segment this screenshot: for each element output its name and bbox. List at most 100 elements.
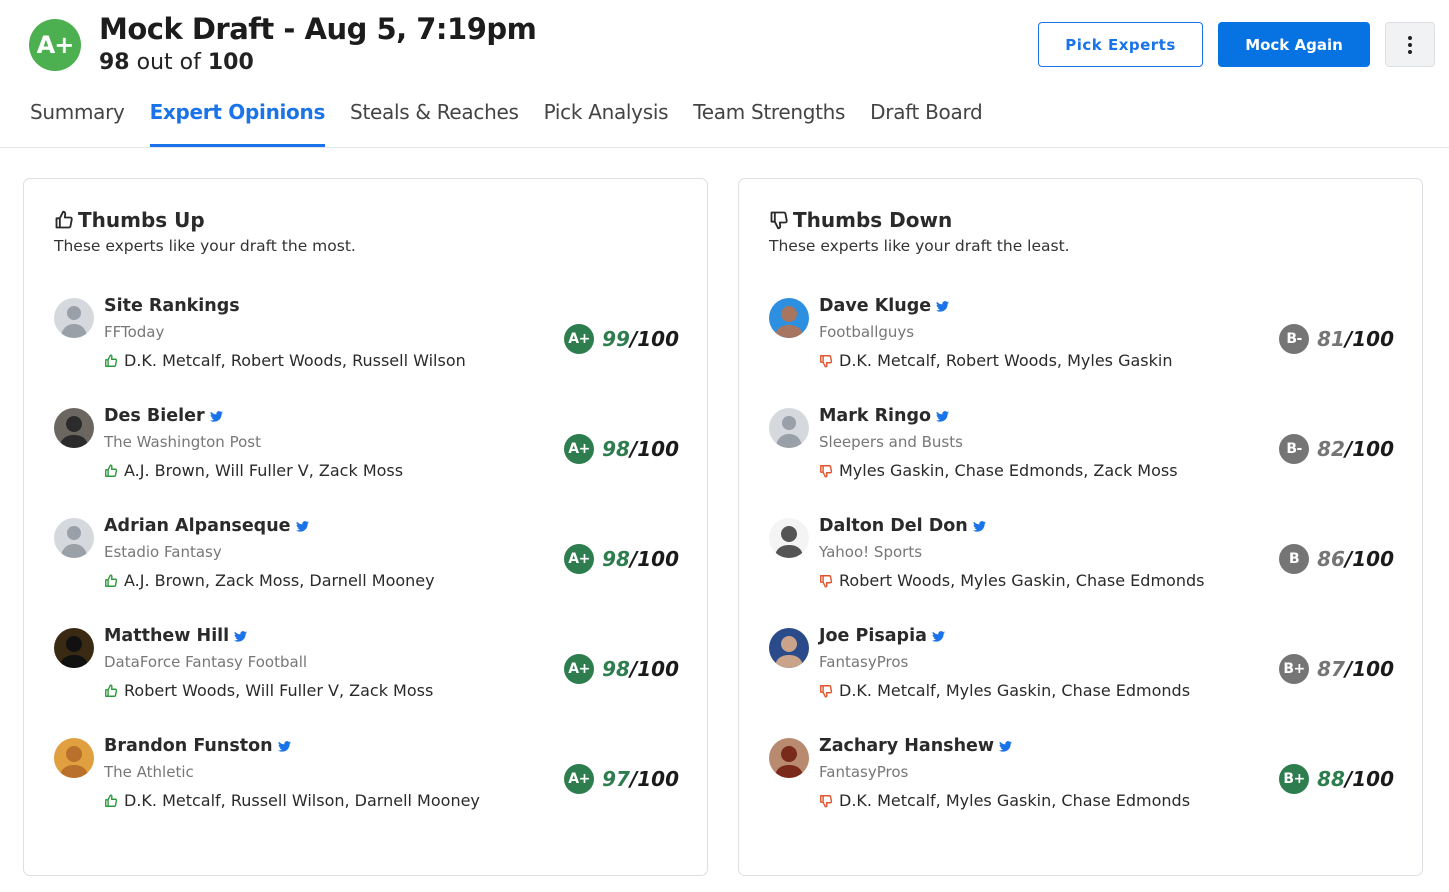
thumbs-down-icon [819, 574, 833, 588]
score-max: /100 [1344, 767, 1394, 791]
expert-picks: D.K. Metcalf, Russell Wilson, Darnell Mo… [124, 791, 480, 810]
expert-score: B 86/100 [1279, 544, 1394, 574]
expert-avatar[interactable] [769, 408, 809, 448]
thumbs-down-icon [819, 684, 833, 698]
twitter-icon[interactable] [936, 410, 950, 422]
expert-organization: Estadio Fantasy [104, 543, 222, 561]
score-max: /100 [629, 327, 679, 351]
expert-score: B+ 88/100 [1279, 764, 1394, 794]
score-max: /100 [1344, 437, 1394, 461]
score-max: /100 [629, 437, 679, 461]
expert-avatar[interactable] [769, 628, 809, 668]
expert-name[interactable]: Matthew Hill [104, 626, 229, 646]
expert-organization: Sleepers and Busts [819, 433, 963, 451]
tab-draft-board[interactable]: Draft Board [870, 100, 983, 147]
tab-summary[interactable]: Summary [30, 100, 125, 147]
expert-row: Dave Kluge Footballguys D.K. Metcalf, Ro… [769, 296, 1394, 386]
expert-avatar[interactable] [769, 738, 809, 778]
score-max: /100 [1344, 327, 1394, 351]
expert-avatar[interactable] [54, 298, 94, 338]
thumbs-up-title: Thumbs Up [78, 208, 205, 232]
thumbs-up-card: Thumbs Up These experts like your draft … [23, 178, 708, 876]
expert-name[interactable]: Dave Kluge [819, 296, 931, 316]
score-value: 82 [1317, 437, 1345, 461]
thumbs-down-icon [819, 354, 833, 368]
expert-avatar[interactable] [54, 738, 94, 778]
expert-name[interactable]: Adrian Alpanseque [104, 516, 291, 536]
expert-organization: DataForce Fantasy Football [104, 653, 308, 671]
expert-avatar[interactable] [769, 518, 809, 558]
grade-badge: A+ [564, 434, 595, 464]
score-value: 98 [602, 437, 630, 461]
expert-name[interactable]: Dalton Del Don [819, 516, 968, 536]
kebab-icon [1408, 35, 1412, 54]
grade-badge: A+ [564, 764, 595, 794]
expert-score: B- 81/100 [1279, 324, 1394, 354]
more-options-button[interactable] [1385, 22, 1435, 67]
grade-badge: A+ [564, 654, 595, 684]
thumbs-down-subtitle: These experts like your draft the least. [769, 237, 1070, 255]
grade-badge: A+ [564, 544, 595, 574]
expert-organization: FantasyPros [819, 763, 909, 781]
page-title: Mock Draft - Aug 5, 7:19pm [99, 12, 537, 46]
score-max: /100 [1344, 547, 1394, 571]
expert-score: B- 82/100 [1279, 434, 1394, 464]
expert-score: A+ 97/100 [564, 764, 679, 794]
twitter-icon[interactable] [999, 740, 1013, 752]
tab-expert-opinions[interactable]: Expert Opinions [149, 100, 325, 147]
thumbs-up-subtitle: These experts like your draft the most. [54, 237, 356, 255]
overall-grade-badge: A+ [29, 19, 81, 71]
expert-score: A+ 98/100 [564, 654, 679, 684]
expert-organization: Footballguys [819, 323, 915, 341]
twitter-icon[interactable] [931, 630, 945, 642]
expert-score: B+ 87/100 [1279, 654, 1394, 684]
twitter-icon[interactable] [277, 740, 291, 752]
twitter-icon[interactable] [234, 630, 248, 642]
expert-name[interactable]: Des Bieler [104, 406, 205, 426]
expert-organization: FFToday [104, 323, 165, 341]
expert-avatar[interactable] [54, 518, 94, 558]
score-value: 98 [99, 50, 130, 75]
expert-row: Brandon Funston The Athletic D.K. Metcal… [54, 736, 679, 826]
grade-badge: A+ [564, 324, 595, 354]
expert-picks: D.K. Metcalf, Myles Gaskin, Chase Edmond… [839, 681, 1191, 700]
tab-pick-analysis[interactable]: Pick Analysis [544, 100, 669, 147]
tab-steals-reaches[interactable]: Steals & Reaches [350, 100, 519, 147]
expert-avatar[interactable] [54, 628, 94, 668]
expert-picks: A.J. Brown, Zack Moss, Darnell Mooney [124, 571, 435, 590]
score-value: 99 [602, 327, 630, 351]
score-max: /100 [629, 547, 679, 571]
thumbs-down-card: Thumbs Down These experts like your draf… [738, 178, 1423, 876]
expert-name[interactable]: Zachary Hanshew [819, 736, 994, 756]
thumbs-down-title: Thumbs Down [793, 208, 953, 232]
expert-name[interactable]: Brandon Funston [104, 736, 273, 756]
grade-badge: B+ [1279, 654, 1310, 684]
expert-picks: D.K. Metcalf, Myles Gaskin, Chase Edmond… [839, 791, 1191, 810]
mock-again-button[interactable]: Mock Again [1218, 22, 1370, 67]
twitter-icon[interactable] [936, 300, 950, 312]
expert-avatar[interactable] [769, 298, 809, 338]
expert-picks: Myles Gaskin, Chase Edmonds, Zack Moss [839, 461, 1178, 480]
expert-avatar[interactable] [54, 408, 94, 448]
expert-picks: D.K. Metcalf, Robert Woods, Russell Wils… [124, 351, 466, 370]
twitter-icon[interactable] [209, 410, 223, 422]
expert-organization: The Washington Post [104, 433, 261, 451]
expert-row: Joe Pisapia FantasyPros D.K. Metcalf, My… [769, 626, 1394, 716]
pick-experts-button[interactable]: Pick Experts [1038, 22, 1203, 67]
overall-score: 98 out of 100 [99, 50, 254, 75]
score-max: 100 [207, 50, 254, 75]
twitter-icon[interactable] [295, 520, 309, 532]
expert-name[interactable]: Joe Pisapia [819, 626, 927, 646]
expert-row: Mark Ringo Sleepers and Busts Myles Gask… [769, 406, 1394, 496]
thumbs-up-icon [104, 353, 118, 368]
expert-row: Site Rankings FFToday D.K. Metcalf, Robe… [54, 296, 679, 386]
tab-team-strengths[interactable]: Team Strengths [693, 100, 845, 147]
expert-picks: D.K. Metcalf, Robert Woods, Myles Gaskin [839, 351, 1173, 370]
expert-name[interactable]: Site Rankings [104, 296, 240, 316]
grade-badge: B- [1279, 434, 1310, 464]
thumbs-down-icon [819, 464, 833, 478]
expert-row: Dalton Del Don Yahoo! Sports Robert Wood… [769, 516, 1394, 606]
twitter-icon[interactable] [972, 520, 986, 532]
score-value: 86 [1317, 547, 1345, 571]
expert-name[interactable]: Mark Ringo [819, 406, 931, 426]
